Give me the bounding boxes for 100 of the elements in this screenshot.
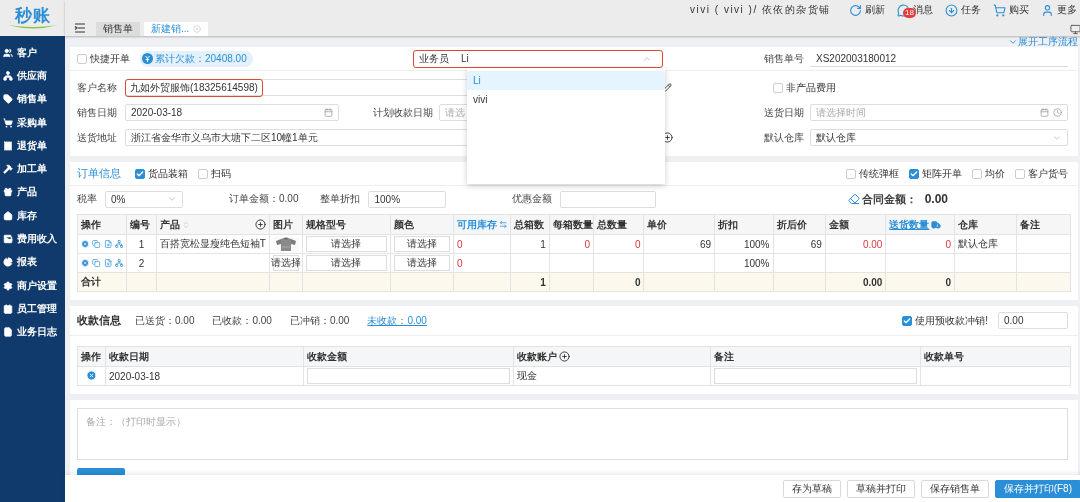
table-cell: 1 [540, 276, 546, 288]
pie-chart-icon [3, 257, 13, 268]
sidebar-item[interactable]: 退货单 [0, 134, 65, 158]
table-cell: 0 [457, 257, 463, 269]
select-field[interactable]: 请选择 [393, 255, 450, 271]
sidebar-item[interactable]: 库存 [0, 204, 65, 228]
hierarchy-icon[interactable] [115, 258, 124, 268]
add-icon[interactable] [559, 351, 570, 362]
column-header: 规格型号 [305, 218, 346, 230]
column-header: 收款账户 [517, 349, 557, 364]
checkbox[interactable] [198, 168, 208, 179]
sidebar-item[interactable]: 报表 [0, 250, 65, 274]
sidebar-item[interactable]: 商户设置 [0, 273, 65, 298]
checkbox[interactable] [773, 82, 783, 93]
column-header: 备注 [1020, 218, 1041, 230]
column-header: 仓库 [957, 218, 978, 230]
add-icon[interactable] [662, 132, 673, 143]
file-plus-icon[interactable] [103, 258, 113, 268]
unpaid-link[interactable]: 未收款：0.00 [367, 313, 427, 328]
add-icon[interactable] [254, 219, 266, 230]
tasks-button[interactable]: 任务 [945, 3, 981, 17]
tax-select[interactable]: 0% [105, 190, 183, 208]
footer-button[interactable]: 草稿并打印 [846, 479, 915, 498]
select-field[interactable]: 请选择 [272, 255, 299, 271]
checkbox[interactable] [135, 168, 145, 179]
edit-icon[interactable] [662, 82, 672, 93]
sidebar-item[interactable]: 供应商 [0, 64, 65, 88]
sidebar-item[interactable]: 加工单 [0, 157, 65, 181]
sidebar-item[interactable]: 客户 [0, 41, 65, 65]
discount-field[interactable]: 100% [368, 190, 447, 208]
sidebar-item[interactable]: 业务日志 [0, 320, 65, 344]
clock-icon[interactable] [1053, 108, 1062, 117]
payment-stat: 已冲销：0.00 [289, 313, 350, 328]
footer-button[interactable]: 保存并打印(F8) [994, 479, 1080, 498]
tab[interactable]: 新建销... [144, 22, 209, 36]
close-icon[interactable] [193, 25, 202, 33]
tab[interactable]: 销售单 [96, 22, 140, 36]
field-label: 默认仓库 [763, 130, 804, 145]
sidebar-item[interactable]: 销售单 [0, 87, 65, 111]
monitor-icon[interactable] [1070, 24, 1080, 35]
field-label: 税率 [77, 192, 97, 206]
user-store-label: vivi ( vivi )/ 依依的杂货铺 [690, 3, 831, 17]
select-field[interactable]: 请选择 [305, 236, 387, 252]
table-cell: 现金 [517, 370, 537, 381]
date-field[interactable]: 2020-03-18 [125, 104, 339, 121]
checkbox-label: 矩阵开单 [922, 166, 962, 181]
table-cell: 默认仓库 [957, 238, 998, 249]
column-header: 折扣 [718, 218, 739, 230]
tag-icon [3, 94, 13, 105]
cart-icon [993, 3, 1006, 17]
hierarchy-icon[interactable] [115, 239, 124, 249]
warehouse-select[interactable]: 默认仓库 [810, 129, 1068, 146]
footer-button[interactable]: 保存销售单 [920, 479, 989, 498]
sidebar-item[interactable]: 费用收入 [0, 227, 65, 251]
sidebar-item[interactable]: 产品 [0, 180, 65, 205]
settings-icon [3, 280, 13, 291]
input-field[interactable] [714, 368, 917, 384]
buy-button[interactable]: 购买 [993, 3, 1029, 17]
menu-icon[interactable] [74, 23, 86, 33]
checkbox[interactable] [972, 168, 982, 179]
logo: 秒账 [14, 6, 51, 24]
checkbox[interactable] [909, 168, 919, 179]
contract-amount: 0.00 [924, 192, 948, 206]
eraser-icon[interactable] [847, 193, 860, 205]
file-plus-icon[interactable] [103, 239, 113, 249]
select-field[interactable]: 请选择 [393, 236, 450, 252]
calendar-icon[interactable] [324, 108, 333, 117]
checkbox[interactable] [77, 53, 87, 64]
footer-button[interactable]: 存为草稿 [782, 479, 841, 498]
input-field[interactable] [307, 368, 510, 384]
download-icon [945, 3, 958, 17]
swap-icon[interactable] [499, 220, 508, 229]
column-header: 可用库存 [457, 217, 497, 232]
column-header: 单价 [647, 218, 668, 230]
checkbox-label: 均价 [985, 166, 1005, 181]
checkbox[interactable] [1015, 168, 1025, 179]
sidebar-item[interactable]: 采购单 [0, 110, 65, 135]
refresh-button[interactable]: 刷新 [849, 3, 885, 17]
copy-icon[interactable] [92, 258, 101, 268]
more-button[interactable]: 更多 [1041, 3, 1077, 17]
sort-icon[interactable] [181, 220, 190, 229]
select-field[interactable]: 请选择 [305, 255, 387, 271]
house-icon [3, 210, 13, 221]
table-cell: 100% [743, 238, 770, 250]
checkbox[interactable] [902, 315, 913, 326]
column-header: 操作 [81, 218, 101, 230]
delete-icon[interactable] [86, 369, 97, 381]
delete-icon[interactable] [81, 239, 90, 249]
debt-badge: 累计欠款：20408.00 [140, 50, 253, 67]
copy-icon[interactable] [92, 239, 101, 249]
sales-number-field[interactable]: XS202003180012 [810, 50, 1068, 67]
column-header: 备注 [714, 350, 734, 362]
contract-amount-label: 合同金额： [861, 191, 917, 207]
coupon-field[interactable] [560, 190, 657, 208]
prepaid-field[interactable]: 0.00 [998, 312, 1068, 329]
calendar-icon[interactable] [1040, 108, 1049, 117]
delete-icon[interactable] [81, 258, 90, 268]
column-header: 产品 [159, 217, 180, 232]
sidebar-item[interactable]: 员工管理 [0, 297, 65, 321]
checkbox[interactable] [846, 168, 856, 179]
